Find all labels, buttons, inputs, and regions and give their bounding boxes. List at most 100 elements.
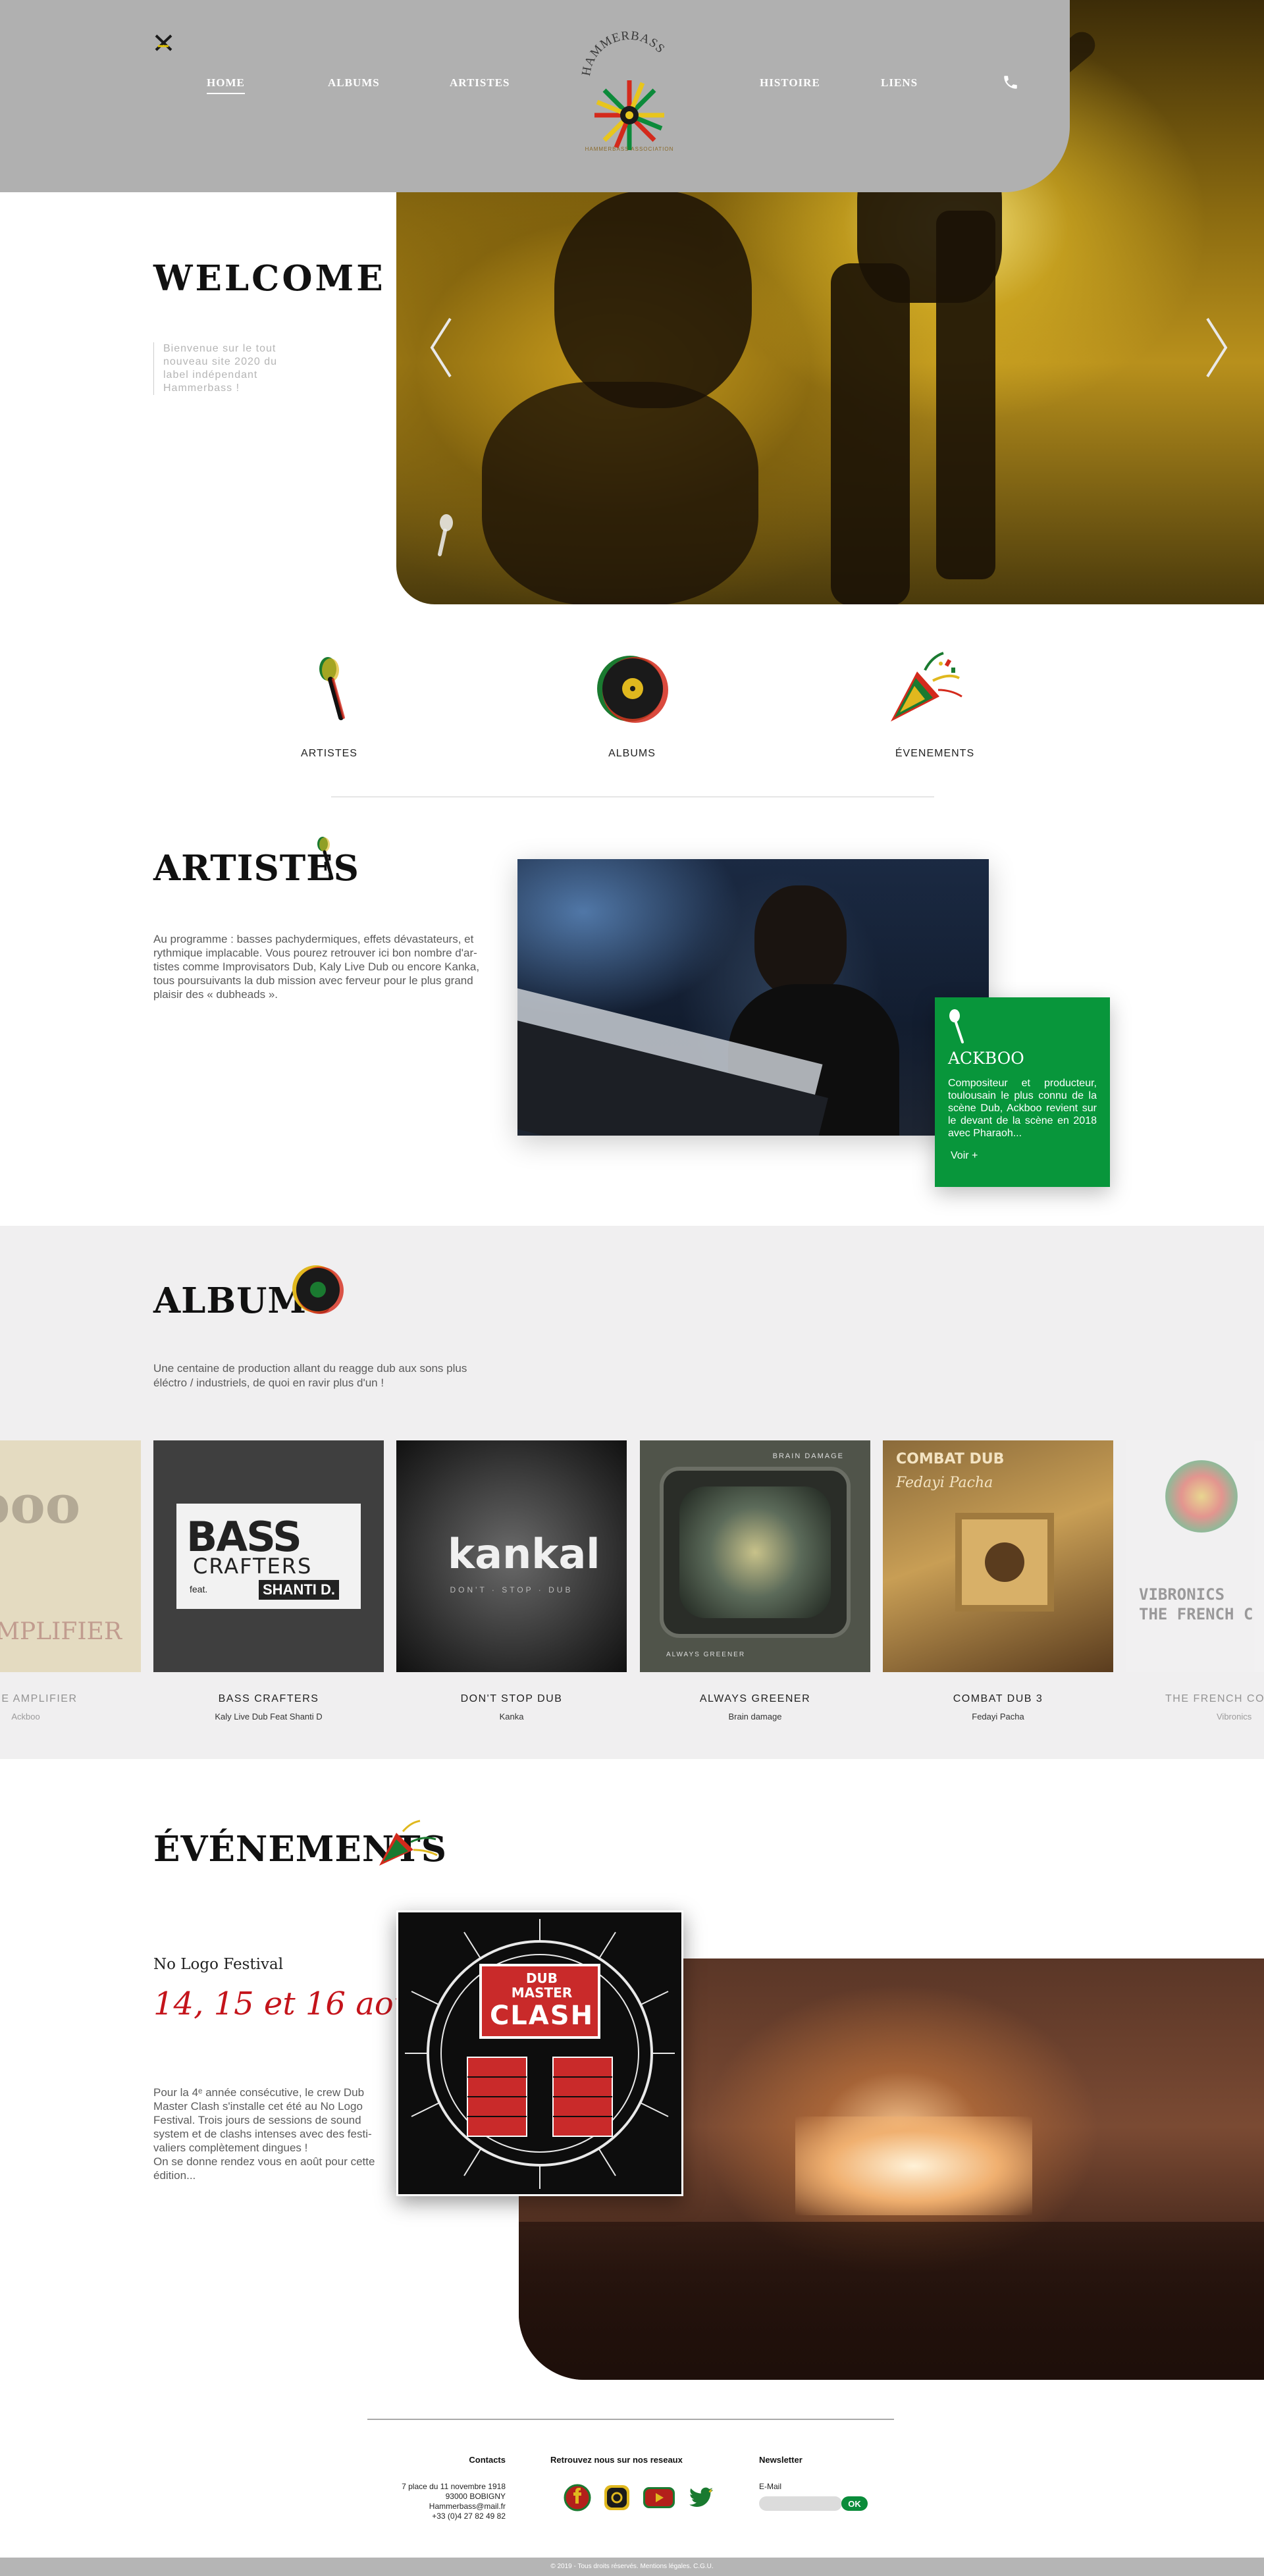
artist-card-more-link[interactable]: Voir +	[951, 1150, 1097, 1162]
slider-next-arrow[interactable]	[1203, 315, 1230, 381]
event-date: 14, 15 et 16 août	[153, 1985, 427, 2022]
hero-performer-leg	[936, 211, 995, 579]
album-cover-subtext: Fedayi Pacha	[896, 1475, 993, 1491]
album-cover-kanka[interactable]: kankal DON'T · STOP · DUB	[396, 1440, 627, 1672]
nav-artistes[interactable]: ARTISTES	[450, 76, 510, 90]
album-artist: Kaly Live Dub Feat Shanti D	[215, 1712, 323, 1722]
facebook-icon[interactable]	[563, 2483, 592, 2512]
category-label-artistes[interactable]: ARTISTES	[263, 748, 395, 760]
hero-title: WELCOME	[153, 258, 386, 299]
event-description-1: Pour la 4ᵉ année consécutive, le crew Du…	[153, 2086, 372, 2154]
album-cover-emblem	[1165, 1460, 1238, 1533]
album-artist: Kanka	[499, 1712, 524, 1722]
albums-vinyl-icon	[292, 1265, 344, 1314]
poster-text-clash: CLASH	[489, 2001, 594, 2031]
instagram-icon[interactable]	[602, 2483, 631, 2512]
event-crowd	[519, 2222, 1264, 2380]
footer-social-title: Retrouvez nous sur nos reseaux	[550, 2455, 683, 2465]
hero-foreground-silhouette	[554, 191, 752, 408]
album-cover-bass-crafters[interactable]: BASS CRAFTERS feat. SHANTI D.	[153, 1440, 384, 1672]
album-cover-speaker-cone	[985, 1542, 1024, 1582]
album-cover-subtext: THE AMPLIFIER	[0, 1618, 122, 1645]
hero-text: Bienvenue sur le tout nouveau site 2020 …	[153, 342, 278, 395]
slider-prev-arrow[interactable]	[428, 315, 454, 381]
logo-text: HAMMERBASS	[579, 29, 667, 77]
nav-home[interactable]: HOME	[207, 76, 245, 94]
album-cover-subtext: THE FRENCH C	[1139, 1605, 1253, 1623]
contact-phone[interactable]: +33 (0)4 27 82 49 82	[374, 2511, 506, 2521]
twitter-icon[interactable]	[687, 2483, 716, 2512]
album-artist: Vibronics	[1217, 1712, 1252, 1722]
hero-crowd-silhouette	[482, 382, 758, 604]
album-cover-text: BRAIN DAMAGE	[772, 1452, 844, 1460]
album-cover-brain-damage[interactable]: BRAIN DAMAGE ALWAYS GREENER	[640, 1440, 870, 1672]
close-icon[interactable]	[153, 32, 175, 54]
album-title[interactable]: THE FRENCH CON	[1126, 1693, 1264, 1705]
event-description-2: On se donne rendez vous en août pour cet…	[153, 2155, 375, 2182]
albums-description: Une centaine de production allant du rea…	[153, 1362, 467, 1389]
event-description: Pour la 4ᵉ année consécutive, le crew Du…	[153, 2086, 385, 2182]
album-cover-text: COMBAT DUB	[896, 1451, 1005, 1467]
footer-contacts-title: Contacts	[469, 2455, 506, 2465]
footer-newsletter-title: Newsletter	[759, 2455, 803, 2465]
event-poster-art	[405, 1919, 675, 2189]
footer-contacts: 7 place du 11 novembre 1918 93000 BOBIGN…	[374, 2482, 506, 2521]
album-cover-tag: feat.	[190, 1584, 208, 1594]
album-artist: Brain damage	[728, 1712, 782, 1722]
svg-text:HAMMERBASS: HAMMERBASS	[579, 29, 668, 77]
category-label-albums[interactable]: ALBUMS	[566, 748, 698, 760]
hero-performer-body	[831, 263, 910, 604]
album-cover-text: VIBRONICS	[1139, 1585, 1225, 1604]
album-cover-subtext: DON'T · STOP · DUB	[450, 1585, 573, 1594]
album-title[interactable]: ALWAYS GREENER	[640, 1693, 870, 1705]
artist-card-microphone-icon	[949, 1009, 964, 1043]
artistes-description: Au programme : basses pachydermiques, ef…	[153, 933, 480, 1001]
email-input[interactable]	[759, 2496, 842, 2511]
event-poster[interactable]: DUB MASTER CLASH	[396, 1910, 683, 2196]
logo-subtext: HAMMERBASS ASSOCIATION	[585, 146, 674, 152]
event-stage-lights	[795, 2116, 1032, 2215]
album-title[interactable]: DON'T STOP DUB	[396, 1693, 627, 1705]
album-cover-text: kboo	[0, 1473, 81, 1535]
contact-city: 93000 BOBIGNY	[445, 2492, 506, 2501]
album-cover-name: SHANTI D.	[259, 1580, 339, 1600]
album-title[interactable]: COMBAT DUB 3	[883, 1693, 1113, 1705]
artist-card-text: Compositeur et producteur, toulousain le…	[948, 1078, 1097, 1139]
artist-card[interactable]: ACKBOO Compositeur et producteur, toulou…	[935, 997, 1110, 1187]
album-artist: Ackboo	[11, 1712, 40, 1722]
album-cover-vibronics[interactable]: VIBRONICS THE FRENCH C	[1126, 1440, 1264, 1672]
contact-address: 7 place du 11 novembre 1918	[402, 2482, 506, 2491]
nav-albums[interactable]: ALBUMS	[328, 76, 380, 90]
album-cover-subtext: CRAFTERS	[193, 1554, 313, 1579]
artist-photo	[517, 859, 989, 1136]
event-name: No Logo Festival	[153, 1956, 284, 1973]
nav-histoire[interactable]: HISTOIRE	[760, 76, 820, 90]
microphone-icon[interactable]	[290, 653, 369, 732]
category-label-evenements[interactable]: ÉVENEMENTS	[869, 748, 1001, 760]
artist-photo-head	[754, 885, 847, 997]
nav-liens[interactable]: LIENS	[881, 76, 918, 90]
album-title[interactable]: P THE AMPLIFIER	[0, 1693, 141, 1705]
album-cover-ackboo[interactable]: kboo THE AMPLIFIER	[0, 1440, 141, 1672]
contact-email[interactable]: Hammerbass@mail.fr	[374, 2502, 506, 2511]
poster-text-dub: DUB	[525, 1970, 558, 1986]
evenements-party-popper-icon	[379, 1820, 438, 1866]
hammerbass-logo[interactable]: HAMMERBASS HAMMERBASS ASSOCIATION	[577, 26, 682, 158]
album-artist: Fedayi Pacha	[972, 1712, 1024, 1722]
party-popper-icon[interactable]	[885, 644, 964, 723]
artistes-microphone-icon	[317, 837, 334, 880]
email-label: E-Mail	[759, 2482, 782, 2491]
newsletter-ok-button[interactable]: OK	[841, 2496, 868, 2511]
hero-microphone-icon	[438, 514, 453, 556]
logo-graphic: HAMMERBASS	[579, 29, 668, 151]
youtube-icon[interactable]	[642, 2483, 676, 2512]
footer-divider	[367, 2419, 894, 2420]
copyright-bar: © 2019 - Tous droits réservés. Mentions …	[0, 2558, 1264, 2576]
artist-card-name: ACKBOO	[948, 1049, 1024, 1068]
album-cover-text: kankal	[448, 1530, 600, 1578]
phone-icon[interactable]	[1002, 74, 1019, 91]
vinyl-record-icon[interactable]	[592, 650, 671, 729]
album-title[interactable]: BASS CRAFTERS	[153, 1693, 384, 1705]
poster-text-master: MASTER	[511, 1985, 573, 2001]
album-cover-combat-dub[interactable]: COMBAT DUB Fedayi Pacha	[883, 1440, 1113, 1672]
